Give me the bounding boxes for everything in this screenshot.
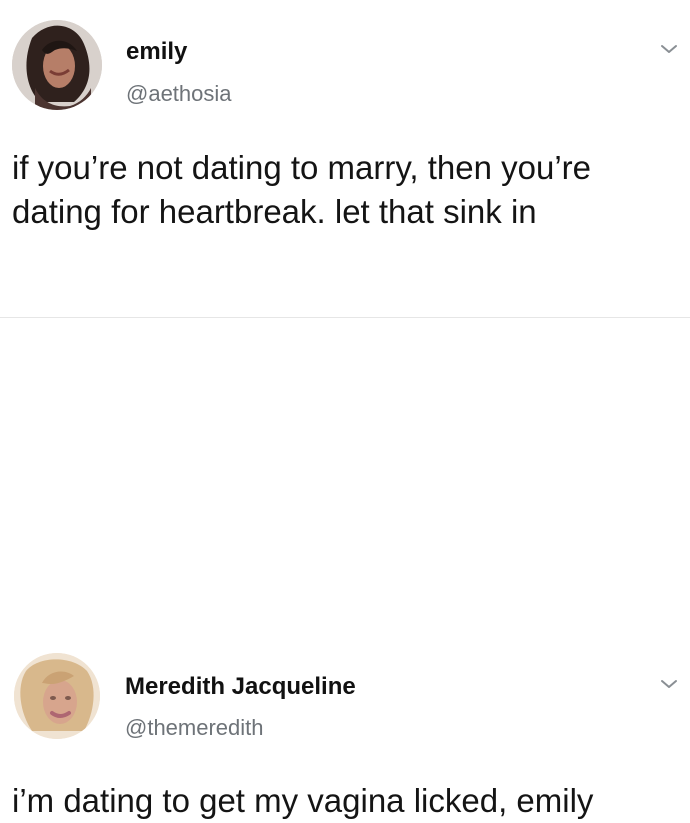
tweet-card-1[interactable]: emily @aethosia if you’re not dating to … xyxy=(0,0,690,318)
user-handle[interactable]: @themeredith xyxy=(125,715,264,741)
chevron-down-icon[interactable] xyxy=(659,42,679,56)
chevron-down-icon[interactable] xyxy=(659,677,679,691)
user-display-name[interactable]: Meredith Jacqueline xyxy=(125,673,356,701)
avatar-emily[interactable] xyxy=(12,20,102,110)
profile-photo-icon xyxy=(12,20,102,110)
tweet-text: i’m dating to get my vagina licked, emil… xyxy=(12,782,594,819)
profile-photo-icon xyxy=(14,653,100,739)
avatar-meredith[interactable] xyxy=(14,653,100,739)
tweet-card-2[interactable]: Meredith Jacqueline @themeredith i’m dat… xyxy=(0,318,690,819)
user-display-name[interactable]: emily xyxy=(126,38,187,66)
tweet-text: if you’re not dating to marry, then you’… xyxy=(12,149,592,230)
user-handle[interactable]: @aethosia xyxy=(126,81,232,107)
